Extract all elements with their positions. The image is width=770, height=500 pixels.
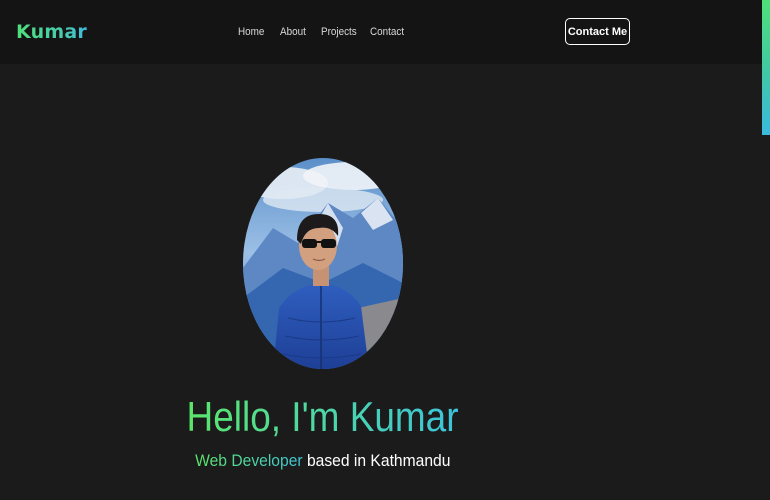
nav-link-about[interactable]: About bbox=[280, 26, 306, 38]
hero-role: Web Developer bbox=[195, 451, 303, 470]
site-logo[interactable]: Kumar bbox=[16, 21, 87, 43]
nav-link-home[interactable]: Home bbox=[238, 26, 264, 38]
hero-subtitle: Web Developer based in Kathmandu bbox=[0, 451, 646, 471]
hero-headline-text: Hello, I'm Kumar bbox=[186, 393, 460, 440]
scroll-progress-track bbox=[762, 0, 770, 500]
hero-location: based in Kathmandu bbox=[302, 451, 451, 470]
avatar-photo bbox=[243, 158, 403, 369]
portfolio-page: Kumar Home About Projects Contact Contac… bbox=[0, 0, 770, 500]
navbar: Kumar Home About Projects Contact Contac… bbox=[0, 0, 762, 64]
contact-me-button[interactable]: Contact Me bbox=[565, 18, 630, 45]
scroll-progress-fill bbox=[762, 0, 770, 135]
nav-link-projects[interactable]: Projects bbox=[321, 26, 357, 38]
hero-headline: Hello, I'm Kumar bbox=[0, 393, 646, 441]
nav-link-contact[interactable]: Contact bbox=[370, 26, 404, 38]
avatar bbox=[243, 158, 403, 369]
hero-subtitle-inner: Web Developer based in Kathmandu bbox=[195, 451, 450, 471]
